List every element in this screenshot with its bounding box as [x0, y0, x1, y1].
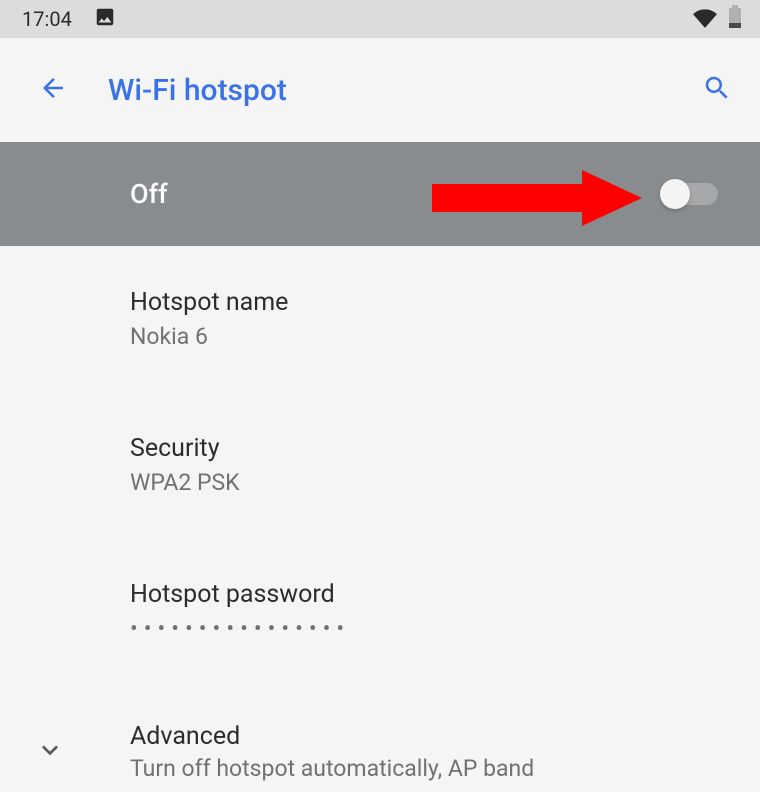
advanced-content: Advanced Turn off hotspot automatically,… [130, 722, 760, 782]
switch-thumb [660, 179, 690, 209]
advanced-item[interactable]: Advanced Turn off hotspot automatically,… [0, 712, 760, 792]
search-icon [702, 73, 732, 107]
advanced-label: Advanced [130, 722, 760, 751]
hotspot-state-label: Off [130, 178, 662, 210]
back-button[interactable] [38, 73, 68, 107]
security-label: Security [130, 434, 760, 463]
search-button[interactable] [702, 73, 732, 107]
password-item[interactable]: Hotspot password •••••••••••••••• [0, 566, 760, 656]
security-value: WPA2 PSK [130, 469, 760, 496]
hotspot-switch[interactable] [662, 183, 718, 205]
hotspot-name-value: Nokia 6 [130, 323, 760, 350]
settings-list: Hotspot name Nokia 6 Security WPA2 PSK H… [0, 246, 760, 792]
status-bar: 17:04 [0, 0, 760, 38]
app-bar: Wi-Fi hotspot [0, 38, 760, 142]
password-mask: •••••••••••••••• [130, 615, 760, 642]
hotspot-name-item[interactable]: Hotspot name Nokia 6 [0, 274, 760, 364]
security-item[interactable]: Security WPA2 PSK [0, 420, 760, 510]
arrow-back-icon [38, 73, 68, 107]
status-left: 17:04 [22, 6, 116, 32]
password-label: Hotspot password [130, 580, 760, 609]
chevron-down-icon [34, 734, 66, 770]
image-icon [94, 6, 116, 32]
page-title: Wi-Fi hotspot [108, 73, 702, 108]
hotspot-toggle-row[interactable]: Off [0, 142, 760, 246]
status-time: 17:04 [22, 7, 72, 31]
battery-icon [728, 5, 742, 33]
status-right [692, 5, 742, 33]
advanced-subtitle: Turn off hotspot automatically, AP band [130, 755, 760, 782]
hotspot-name-label: Hotspot name [130, 288, 760, 317]
expand-icon-wrap [34, 734, 130, 770]
wifi-icon [692, 6, 718, 32]
